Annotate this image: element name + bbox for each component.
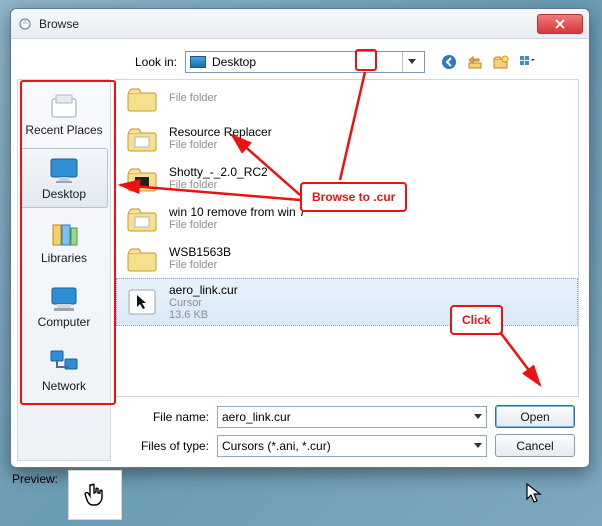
sidebar-item-label: Libraries: [41, 251, 87, 265]
file-name: Shotty_-_2.0_RC2: [169, 165, 268, 179]
sidebar-item-recent-places[interactable]: Recent Places: [20, 84, 108, 144]
list-item[interactable]: WSB1563BFile folder: [116, 238, 578, 278]
file-name: WSB1563B: [169, 245, 231, 259]
folder-icon: [125, 123, 159, 153]
titlebar: Browse: [11, 9, 589, 39]
up-one-level-icon[interactable]: [465, 52, 485, 72]
lookin-value: Desktop: [212, 55, 396, 69]
folder-icon: [125, 83, 159, 113]
filter-value: Cursors (*.ani, *.cur): [222, 439, 474, 453]
list-item[interactable]: File folder: [116, 82, 578, 118]
preview-box: [68, 470, 122, 520]
file-name: win 10 remove from win 7: [169, 205, 306, 219]
file-name-field[interactable]: aero_link.cur: [217, 406, 487, 428]
bottom-controls: File name: aero_link.cur Open Files of t…: [115, 397, 579, 461]
sidebar-item-desktop[interactable]: Desktop: [20, 148, 108, 208]
desktop-large-icon: [47, 155, 81, 185]
chevron-down-icon: [474, 414, 482, 420]
back-icon[interactable]: [439, 52, 459, 72]
dialog-content: Look in: Desktop Recent Places: [11, 39, 589, 467]
chevron-down-icon[interactable]: [402, 52, 420, 72]
list-item-selected[interactable]: aero_link.cur Cursor 13.6 KB: [116, 278, 578, 326]
new-folder-icon[interactable]: [491, 52, 511, 72]
network-icon: [47, 347, 81, 377]
folder-icon: [125, 163, 159, 193]
sidebar-item-label: Network: [42, 379, 86, 393]
window-controls: [537, 14, 583, 34]
libraries-icon: [47, 219, 81, 249]
places-sidebar: Recent Places Desktop Libraries Computer…: [17, 79, 111, 461]
cursor-file-icon: [125, 287, 159, 317]
file-pane: File folder Resource ReplacerFile folder…: [115, 79, 579, 461]
file-type: File folder: [169, 92, 217, 104]
list-item[interactable]: Resource ReplacerFile folder: [116, 118, 578, 158]
open-button[interactable]: Open: [495, 405, 575, 428]
desktop-icon: [190, 56, 206, 68]
sidebar-item-libraries[interactable]: Libraries: [20, 212, 108, 272]
file-type: File folder: [169, 139, 272, 151]
sidebar-item-label: Recent Places: [25, 123, 102, 137]
list-item[interactable]: Shotty_-_2.0_RC2File folder: [116, 158, 578, 198]
list-item[interactable]: win 10 remove from win 7File folder: [116, 198, 578, 238]
file-list[interactable]: File folder Resource ReplacerFile folder…: [115, 79, 579, 397]
filter-combo[interactable]: Cursors (*.ani, *.cur): [217, 435, 487, 457]
file-type: File folder: [169, 259, 231, 271]
lookin-combo[interactable]: Desktop: [185, 51, 425, 73]
recent-places-icon: [47, 91, 81, 121]
app-icon: [17, 16, 33, 32]
hand-cursor-icon: [83, 481, 107, 509]
sidebar-item-label: Desktop: [42, 187, 86, 201]
preview-label: Preview:: [12, 472, 58, 486]
chevron-down-icon: [474, 443, 482, 449]
folder-icon: [125, 203, 159, 233]
file-name: aero_link.cur: [169, 283, 238, 297]
file-name: Resource Replacer: [169, 125, 272, 139]
sidebar-item-computer[interactable]: Computer: [20, 276, 108, 336]
folder-icon: [125, 243, 159, 273]
window-title: Browse: [39, 17, 531, 31]
cancel-button[interactable]: Cancel: [495, 434, 575, 457]
sidebar-item-label: Computer: [38, 315, 91, 329]
preview-area: Preview:: [12, 470, 122, 520]
lookin-label: Look in:: [107, 55, 177, 69]
file-type: Cursor: [169, 297, 238, 309]
file-type: File folder: [169, 219, 306, 231]
close-button[interactable]: [537, 14, 583, 34]
mouse-cursor-icon: [526, 483, 542, 508]
browse-dialog: Browse Look in: Desktop: [10, 8, 590, 468]
file-size: 13.6 KB: [169, 309, 238, 321]
filter-label: Files of type:: [119, 439, 209, 453]
view-menu-icon[interactable]: [517, 52, 537, 72]
lookin-row: Look in: Desktop: [17, 45, 579, 79]
file-type: File folder: [169, 179, 268, 191]
sidebar-item-network[interactable]: Network: [20, 340, 108, 400]
computer-icon: [47, 283, 81, 313]
toolbar-nav: [439, 52, 537, 72]
file-name-label: File name:: [119, 410, 209, 424]
file-name-value: aero_link.cur: [222, 410, 474, 424]
